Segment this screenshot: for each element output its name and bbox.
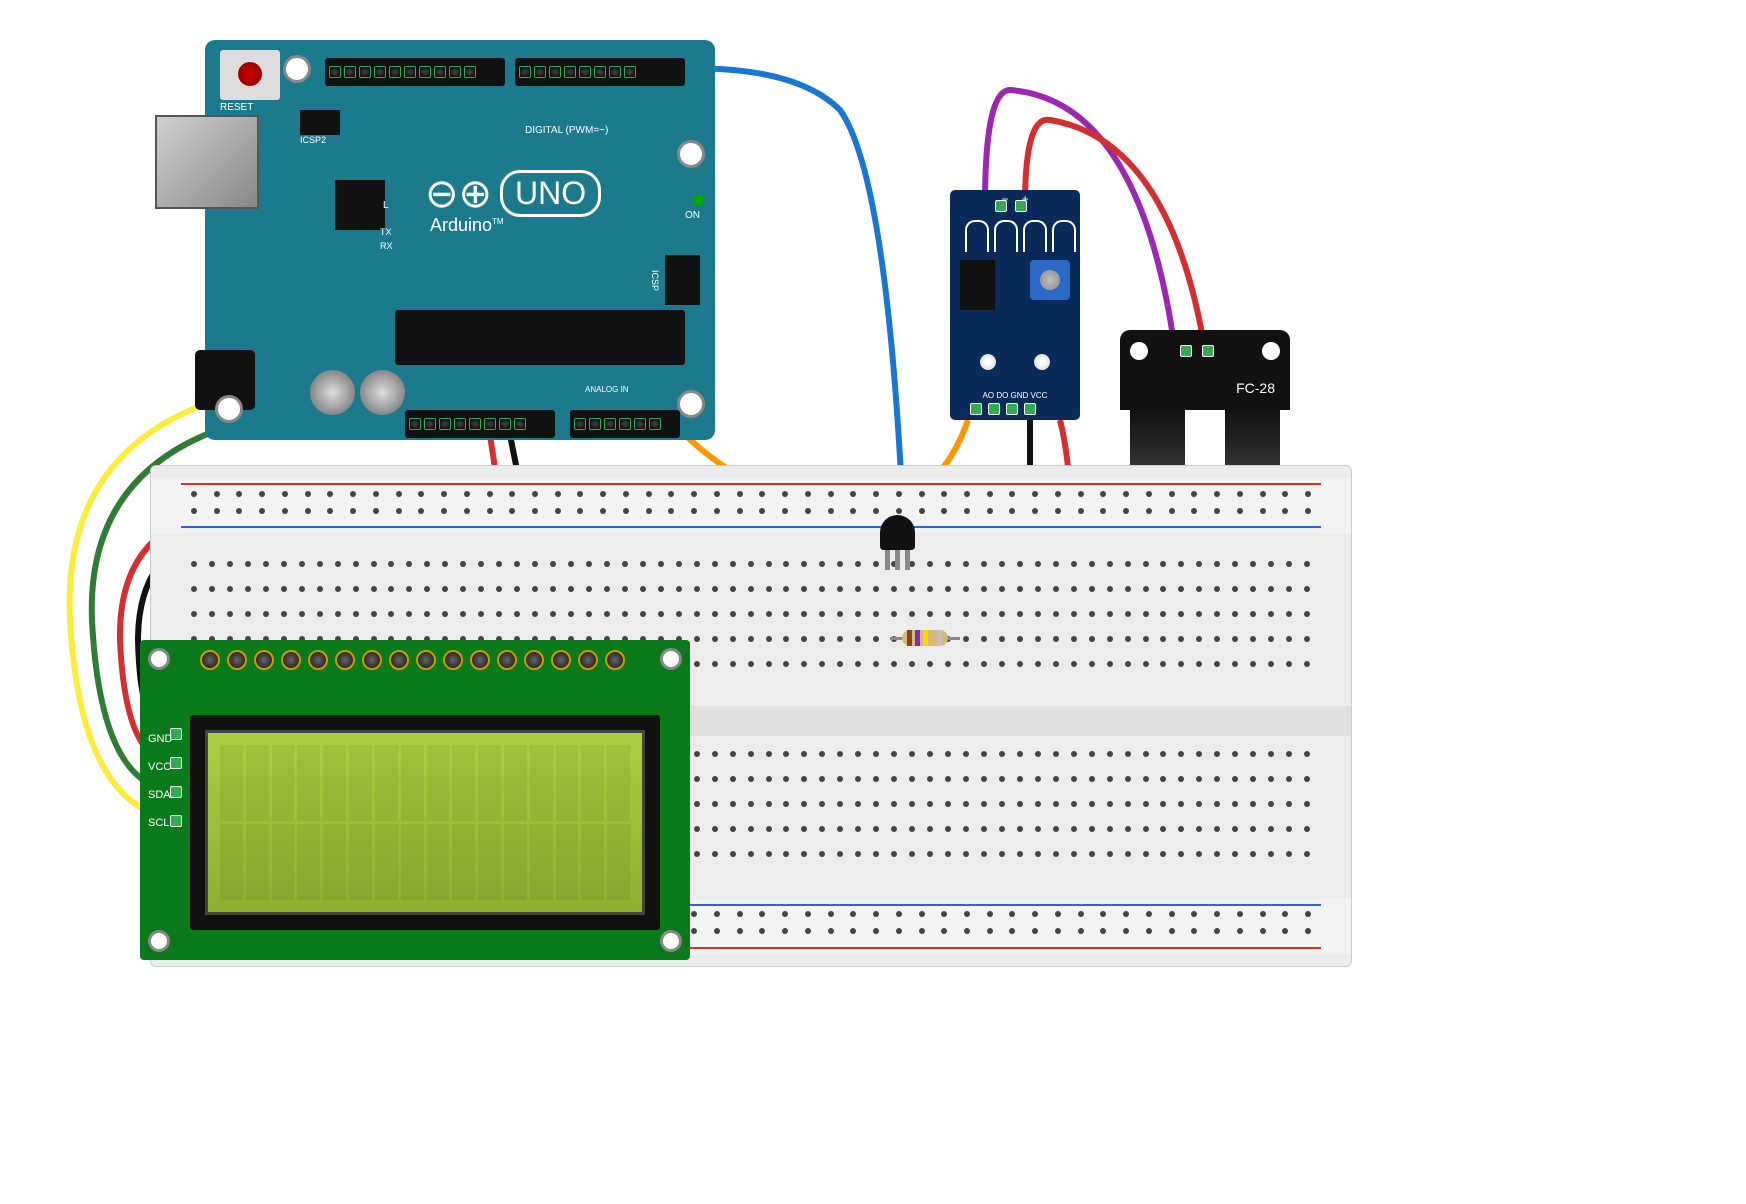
digital-header-2 (515, 58, 685, 86)
capacitor (360, 370, 405, 415)
resistor (890, 630, 960, 646)
usb-connector (155, 115, 259, 209)
analog-in-label: ANALOG IN (585, 385, 629, 394)
mounting-hole (1130, 342, 1148, 360)
digital-label: DIGITAL (PWM=~) (525, 125, 608, 136)
i2c-pins (170, 728, 182, 844)
chip (335, 180, 385, 230)
reset-label: RESET (220, 102, 253, 113)
mounting-hole (677, 390, 705, 418)
reset-button (220, 50, 280, 100)
top-power-rail (151, 478, 1351, 533)
digital-header-1 (325, 58, 505, 86)
analog-header (570, 410, 680, 438)
lcd-16x2-i2c: GND VCC SDA SCL (140, 640, 690, 960)
i2c-pin-labels: GND VCC SDA SCL (148, 725, 172, 837)
l-led-label: L (383, 200, 389, 211)
mounting-hole (215, 395, 243, 423)
lcd-header-pins (200, 650, 625, 670)
icsp2-label: ICSP2 (300, 135, 326, 145)
lcd-bezel (190, 715, 660, 930)
atmega-ic (395, 310, 685, 365)
mounting-hole (148, 930, 170, 952)
probe-pcb: FC-28 (1120, 330, 1290, 410)
txrx-labels: TX RX (380, 225, 393, 253)
mounting-hole (660, 930, 682, 952)
mounting-hole (283, 55, 311, 83)
module-probe-pins (995, 200, 1027, 212)
arduino-uno-board: RESET ICSP2 ⊖⊕UNO ArduinoTM L TX RX ON I… (205, 40, 715, 440)
lcd-screen (205, 730, 645, 915)
lcd-character-grid (208, 733, 642, 912)
mounting-hole (677, 140, 705, 168)
power-header (405, 410, 555, 438)
arduino-brand: ArduinoTM (430, 215, 504, 236)
potentiometer (1030, 260, 1070, 300)
module-pin-labels: AO DO GND VCC (950, 391, 1080, 400)
capacitor (310, 370, 355, 415)
probe-pins (1180, 345, 1214, 357)
module-caps (965, 220, 1076, 252)
icsp-label: ICSP (650, 270, 660, 291)
on-label: ON (685, 210, 700, 221)
transistor-to92 (880, 515, 915, 550)
circuit-diagram: RESET ICSP2 ⊖⊕UNO ArduinoTM L TX RX ON I… (20, 20, 1746, 1184)
module-output-pins (970, 403, 1036, 415)
arduino-logo: ⊖⊕UNO (425, 170, 601, 217)
power-led (1034, 354, 1050, 370)
mounting-hole (660, 648, 682, 670)
soil-moisture-module: − + AO DO GND VCC (950, 190, 1080, 420)
do-led (980, 354, 996, 370)
mounting-hole (148, 648, 170, 670)
icsp2-header (300, 110, 340, 135)
fc28-label: FC-28 (1236, 380, 1275, 396)
comparator-ic (960, 260, 995, 310)
icsp-header (665, 255, 700, 305)
on-led (693, 195, 703, 205)
mounting-hole (1262, 342, 1280, 360)
